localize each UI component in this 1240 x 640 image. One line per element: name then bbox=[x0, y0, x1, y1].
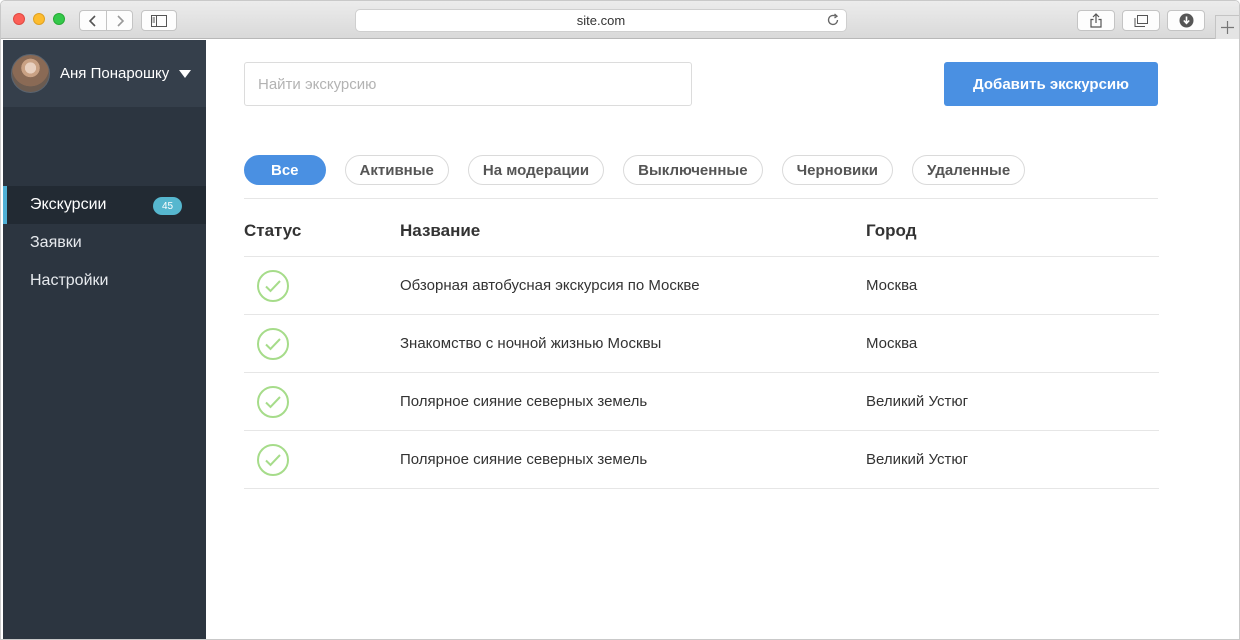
sidebar-item-label: Настройки bbox=[30, 272, 109, 289]
minimize-window-button[interactable] bbox=[33, 13, 45, 25]
excursion-city: Великий Устюг bbox=[866, 451, 969, 468]
zoom-window-button[interactable] bbox=[53, 13, 65, 25]
table-row[interactable]: Полярное сияние северных земель Великий … bbox=[244, 373, 1159, 431]
sidebar-menu: Экскурсии 45 Заявки Настройки bbox=[3, 186, 206, 300]
column-header-city: Город bbox=[866, 221, 917, 240]
sidebar-item-settings[interactable]: Настройки bbox=[3, 262, 206, 300]
status-cell bbox=[244, 443, 400, 476]
add-excursion-button[interactable]: Добавить экскурсию bbox=[944, 62, 1158, 106]
search-input[interactable] bbox=[244, 62, 692, 106]
excursion-name: Полярное сияние северных земель bbox=[400, 393, 648, 410]
share-button[interactable] bbox=[1077, 10, 1115, 31]
check-circle-icon bbox=[257, 443, 289, 476]
address-url: site.com bbox=[576, 13, 626, 28]
excursion-name: Знакомство с ночной жизнью Москвы bbox=[400, 335, 662, 352]
caret-down-icon bbox=[179, 69, 192, 78]
excursions-table: Статус Название Город Обзорная автобусна… bbox=[244, 206, 1159, 489]
excursion-name: Полярное сияние северных земель bbox=[400, 451, 648, 468]
plus-icon bbox=[1221, 21, 1234, 34]
status-filters: Все Активные На модерации Выключенные Че… bbox=[244, 155, 1026, 185]
sidebar-toggle-button[interactable] bbox=[141, 10, 177, 31]
main-content: Добавить экскурсию Все Активные На модер… bbox=[206, 40, 1239, 639]
check-circle-icon bbox=[257, 385, 289, 418]
sidebar-item-requests[interactable]: Заявки bbox=[3, 224, 206, 262]
share-icon bbox=[1090, 13, 1102, 28]
sidebar: Аня Понарошку Экскурсии 45 Заявки Настро… bbox=[3, 40, 206, 639]
filter-moderation[interactable]: На модерации bbox=[467, 155, 605, 185]
browser-window: site.com Аня Понарошку Экскурсии 45 Заяв… bbox=[0, 0, 1240, 640]
sidebar-icon bbox=[151, 14, 167, 27]
column-header-name: Название bbox=[400, 221, 481, 240]
browser-toolbar: site.com bbox=[1, 1, 1239, 39]
excursion-city: Москва bbox=[866, 277, 918, 294]
chevron-left-icon bbox=[88, 14, 96, 27]
new-tab-button[interactable] bbox=[1215, 15, 1239, 39]
table-row[interactable]: Полярное сияние северных земель Великий … bbox=[244, 431, 1159, 489]
avatar bbox=[11, 54, 50, 93]
reload-icon bbox=[827, 13, 839, 26]
close-window-button[interactable] bbox=[13, 13, 25, 25]
sidebar-item-label: Экскурсии bbox=[30, 196, 107, 213]
column-header-status: Статус bbox=[244, 221, 302, 240]
chevron-right-icon bbox=[116, 14, 124, 27]
downloads-button[interactable] bbox=[1167, 10, 1205, 31]
forward-button[interactable] bbox=[106, 10, 133, 31]
back-button[interactable] bbox=[79, 10, 106, 31]
filter-active[interactable]: Активные bbox=[344, 155, 449, 185]
tabs-overview-button[interactable] bbox=[1122, 10, 1160, 31]
excursion-city: Великий Устюг bbox=[866, 393, 969, 410]
download-icon bbox=[1179, 13, 1193, 28]
tabs-icon bbox=[1134, 14, 1148, 27]
table-header: Статус Название Город bbox=[244, 206, 1159, 257]
filter-drafts[interactable]: Черновики bbox=[781, 155, 894, 185]
table-row[interactable]: Обзорная автобусная экскурсия по Москве … bbox=[244, 257, 1159, 315]
divider bbox=[244, 198, 1158, 199]
filter-all[interactable]: Все bbox=[244, 155, 326, 185]
sidebar-item-label: Заявки bbox=[30, 234, 82, 251]
reload-button[interactable] bbox=[826, 13, 840, 30]
check-circle-icon bbox=[257, 269, 289, 302]
table-row[interactable]: Знакомство с ночной жизнью Москвы Москва bbox=[244, 315, 1159, 373]
check-circle-icon bbox=[257, 327, 289, 360]
filter-deleted[interactable]: Удаленные bbox=[912, 155, 1026, 185]
history-nav bbox=[79, 10, 133, 31]
status-cell bbox=[244, 385, 400, 418]
status-cell bbox=[244, 327, 400, 360]
user-name: Аня Понарошку bbox=[60, 65, 170, 82]
user-menu[interactable]: Аня Понарошку bbox=[3, 40, 206, 107]
sidebar-item-excursions[interactable]: Экскурсии 45 bbox=[3, 186, 206, 224]
excursion-name: Обзорная автобусная экскурсия по Москве bbox=[400, 277, 700, 294]
address-bar[interactable]: site.com bbox=[355, 9, 847, 32]
count-badge: 45 bbox=[153, 197, 182, 215]
excursion-city: Москва bbox=[866, 335, 918, 352]
status-cell bbox=[244, 269, 400, 302]
filter-disabled[interactable]: Выключенные bbox=[623, 155, 763, 185]
